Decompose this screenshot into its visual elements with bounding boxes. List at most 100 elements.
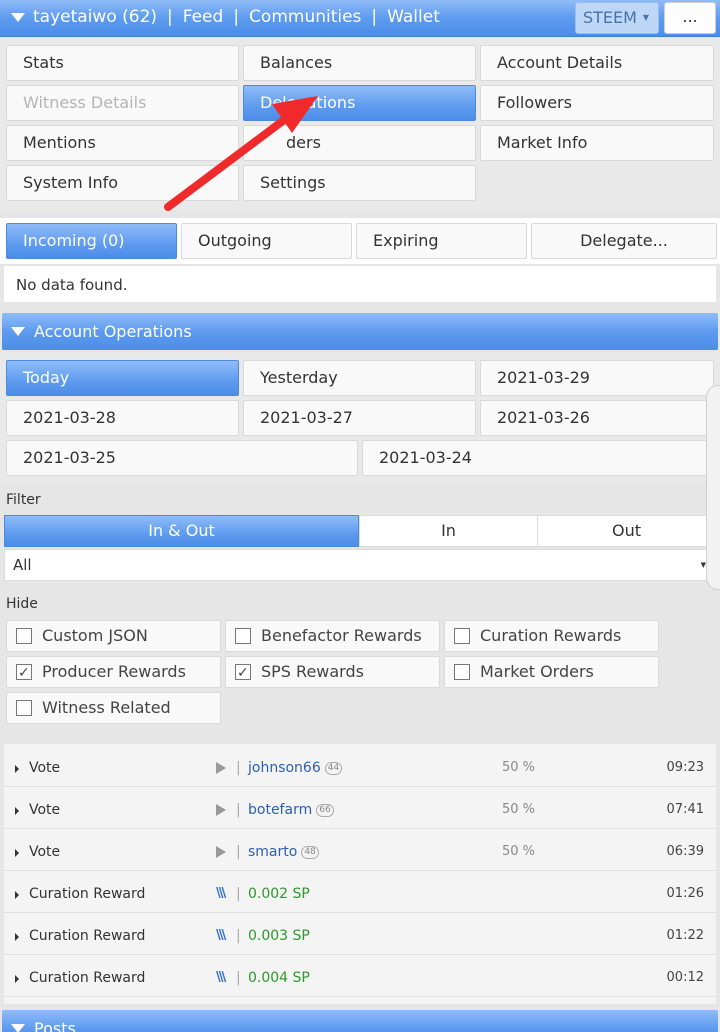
menu-orders[interactable]: ders: [243, 125, 476, 161]
section-title: Posts: [34, 1019, 76, 1032]
date-yesterday[interactable]: Yesterday: [243, 360, 476, 396]
expand-caret-icon[interactable]: [15, 891, 19, 899]
more-button[interactable]: ...: [664, 2, 716, 34]
operation-row[interactable]: Vote | botefarm 66 50 % 07:41: [4, 791, 716, 829]
checkbox[interactable]: [235, 628, 251, 644]
date-2021-03-28[interactable]: 2021-03-28: [6, 400, 239, 436]
separator: |: [236, 844, 241, 860]
tab-delegate[interactable]: Delegate...: [531, 223, 717, 259]
steem-icon: \\\: [216, 970, 226, 985]
vote-weight: 50 %: [502, 802, 536, 817]
account-link[interactable]: botefarm 66: [248, 791, 334, 829]
collapse-triangle-icon: [11, 1024, 25, 1032]
dropdown-arrow-icon: ▼: [642, 13, 649, 22]
currency-value: STEEM: [583, 8, 637, 27]
operation-row[interactable]: Curation Reward \\\ | 0.003 SP 01:22: [4, 917, 716, 955]
collapse-triangle-icon[interactable]: [11, 13, 25, 22]
operation-row[interactable]: Vote | johnson66 44 50 % 09:23: [4, 749, 716, 787]
menu-delegations[interactable]: Delegations: [243, 85, 476, 121]
menu-market-info[interactable]: Market Info: [480, 125, 714, 161]
checkbox-checked[interactable]: [16, 658, 32, 688]
operation-time: 00:12: [666, 970, 704, 985]
date-2021-03-25[interactable]: 2021-03-25: [6, 440, 358, 476]
hide-benefactor-rewards[interactable]: Benefactor Rewards: [225, 620, 440, 652]
operation-row[interactable]: Curation Reward \\\ | 0.002 SP 01:26: [4, 875, 716, 913]
communities-link[interactable]: Communities: [249, 7, 361, 27]
account-link[interactable]: tayetaiwo (62): [33, 7, 157, 27]
account-name: botefarm: [248, 802, 313, 818]
menu-orders-label: ders: [286, 133, 321, 152]
date-2021-03-27[interactable]: 2021-03-27: [243, 400, 476, 436]
account-link[interactable]: smarto 48: [248, 833, 319, 871]
account-operations-header[interactable]: Account Operations: [2, 313, 718, 350]
tab-outgoing[interactable]: Outgoing: [181, 223, 352, 259]
checkbox-label: Custom JSON: [42, 626, 148, 645]
filter-in[interactable]: In: [359, 515, 538, 547]
reward-amount: 0.002 SP: [248, 886, 310, 902]
expand-caret-icon[interactable]: [15, 975, 19, 983]
operation-type: Curation Reward: [29, 928, 146, 944]
separator: |: [236, 886, 241, 902]
currency-select[interactable]: STEEM ▼: [575, 2, 659, 34]
operation-type: Vote: [29, 844, 61, 860]
feed-link[interactable]: Feed: [183, 7, 224, 27]
hide-sps-rewards[interactable]: SPS Rewards: [225, 656, 440, 688]
date-2021-03-24[interactable]: 2021-03-24: [362, 440, 714, 476]
menu-balances[interactable]: Balances: [243, 45, 476, 81]
checkbox-checked[interactable]: [235, 658, 251, 688]
checkbox-label: Curation Rewards: [480, 626, 622, 645]
filter-label: Filter: [6, 492, 41, 508]
expand-caret-icon[interactable]: [15, 849, 19, 857]
hide-curation-rewards[interactable]: Curation Rewards: [444, 620, 659, 652]
tab-incoming[interactable]: Incoming (0): [6, 223, 177, 259]
play-icon: [216, 833, 226, 873]
section-title: Account Operations: [34, 322, 192, 341]
checkbox-label: Benefactor Rewards: [261, 626, 422, 645]
separator: |: [371, 7, 378, 27]
wallet-link[interactable]: Wallet: [387, 7, 440, 27]
menu-account-details[interactable]: Account Details: [480, 45, 714, 81]
separator: |: [236, 928, 241, 944]
collapse-triangle-icon: [11, 327, 25, 336]
reputation-badge: 44: [324, 762, 343, 775]
operation-row[interactable]: Curation Reward \\\ | 0.004 SP 00:12: [4, 959, 716, 997]
operation-time: 06:39: [666, 844, 704, 859]
reputation-badge: 48: [301, 846, 319, 859]
expand-caret-icon[interactable]: [15, 765, 19, 773]
separator: |: [236, 970, 241, 986]
menu-settings[interactable]: Settings: [243, 165, 476, 201]
vote-weight: 50 %: [502, 760, 536, 775]
operation-row[interactable]: Vote | smarto 48 50 % 06:39: [4, 833, 716, 871]
menu-stats[interactable]: Stats: [6, 45, 239, 81]
hide-custom-json[interactable]: Custom JSON: [6, 620, 221, 652]
checkbox-label: Witness Related: [42, 698, 171, 717]
hide-witness-related[interactable]: Witness Related: [6, 692, 221, 724]
checkbox[interactable]: [454, 664, 470, 680]
side-drawer-handle[interactable]: [706, 385, 720, 590]
date-today[interactable]: Today: [6, 360, 239, 396]
menu-mentions[interactable]: Mentions: [6, 125, 239, 161]
operation-time: 07:41: [666, 802, 704, 817]
menu-system-info[interactable]: System Info: [6, 165, 239, 201]
hide-producer-rewards[interactable]: Producer Rewards: [6, 656, 221, 688]
filter-in-out[interactable]: In & Out: [4, 515, 359, 547]
checkbox[interactable]: [16, 628, 32, 644]
filter-out[interactable]: Out: [537, 515, 716, 547]
checkbox[interactable]: [16, 700, 32, 716]
operation-type-select[interactable]: All ▼: [4, 549, 714, 581]
posts-header[interactable]: Posts: [2, 1010, 718, 1032]
hide-market-orders[interactable]: Market Orders: [444, 656, 659, 688]
operation-time: 09:23: [666, 760, 704, 775]
menu-followers[interactable]: Followers: [480, 85, 714, 121]
checkbox[interactable]: [454, 628, 470, 644]
date-2021-03-26[interactable]: 2021-03-26: [480, 400, 714, 436]
tab-expiring[interactable]: Expiring: [356, 223, 527, 259]
operation-type: Curation Reward: [29, 970, 146, 986]
expand-caret-icon[interactable]: [15, 807, 19, 815]
expand-caret-icon[interactable]: [15, 933, 19, 941]
operation-type: Curation Reward: [29, 886, 146, 902]
nav-links: tayetaiwo (62) | Feed | Communities | Wallet: [33, 0, 440, 36]
date-2021-03-29[interactable]: 2021-03-29: [480, 360, 714, 396]
menu-witness-details: Witness Details: [6, 85, 239, 121]
account-link[interactable]: johnson66 44: [248, 749, 343, 787]
